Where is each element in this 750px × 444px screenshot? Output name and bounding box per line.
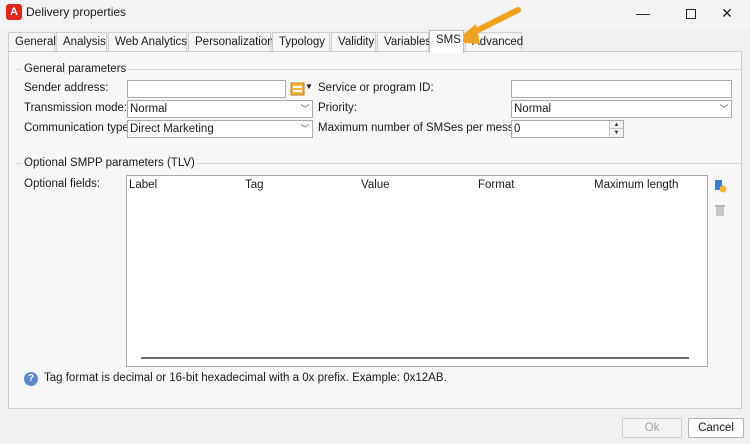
transmission-mode-select[interactable]: Normal ﹀: [127, 100, 313, 118]
tab-typology[interactable]: Typology: [272, 32, 330, 52]
communication-type-value: Direct Marketing: [130, 123, 214, 135]
service-id-label: Service or program ID:: [318, 82, 434, 94]
chevron-down-icon: ﹀: [300, 124, 310, 134]
tab-personalization[interactable]: Personalization: [188, 32, 274, 52]
tab-web-analytics[interactable]: Web Analytics: [108, 32, 187, 52]
add-field-icon[interactable]: [713, 179, 727, 193]
help-text: Tag format is decimal or 16-bit hexadeci…: [44, 372, 447, 384]
tab-general[interactable]: General: [8, 32, 56, 52]
adobe-icon: A: [6, 4, 22, 20]
transmission-mode-label: Transmission mode:: [24, 102, 128, 114]
trash-icon[interactable]: [713, 203, 727, 217]
chevron-down-icon: ﹀: [300, 104, 310, 114]
tab-sms[interactable]: SMS: [429, 30, 464, 53]
priority-label: Priority:: [318, 102, 357, 114]
communication-type-label: Communication type:: [24, 122, 133, 134]
max-sms-spinner[interactable]: 0 ▲ ▼: [511, 120, 624, 138]
tab-validity[interactable]: Validity: [331, 32, 376, 52]
communication-type-select[interactable]: Direct Marketing ﹀: [127, 120, 313, 138]
column-header-tag[interactable]: Tag: [245, 179, 264, 191]
cancel-button[interactable]: Cancel: [688, 418, 744, 438]
service-id-input[interactable]: [511, 80, 732, 98]
column-header-label[interactable]: Label: [129, 179, 157, 191]
close-button[interactable]: ✕: [704, 0, 750, 26]
optional-fields-label: Optional fields:: [24, 178, 101, 190]
spinner-buttons[interactable]: ▲ ▼: [609, 121, 623, 137]
max-sms-value: 0: [514, 123, 521, 135]
address-book-icon[interactable]: [290, 82, 306, 96]
column-header-value[interactable]: Value: [361, 179, 390, 191]
minimize-button[interactable]: —: [620, 0, 666, 26]
max-sms-label: Maximum number of SMSes per message:: [318, 122, 536, 134]
spin-down-icon[interactable]: ▼: [610, 129, 623, 137]
ok-button[interactable]: Ok: [622, 418, 682, 438]
tab-analysis[interactable]: Analysis: [56, 32, 107, 52]
priority-value: Normal: [514, 103, 552, 115]
chevron-down-icon: ﹀: [719, 104, 729, 114]
general-parameters-legend: General parameters: [22, 63, 129, 75]
maximize-icon: [686, 9, 696, 20]
column-header-maximum-length[interactable]: Maximum length: [594, 179, 678, 191]
window-title: Delivery properties: [26, 5, 127, 19]
optional-fields-table[interactable]: Label Tag Value Format Maximum length: [126, 175, 708, 367]
horizontal-scrollbar[interactable]: [141, 357, 689, 359]
dropdown-arrow-icon[interactable]: ▼: [305, 82, 313, 91]
column-header-format[interactable]: Format: [478, 179, 514, 191]
sender-address-input[interactable]: [127, 80, 286, 98]
tab-variables[interactable]: Variables: [377, 32, 431, 52]
sender-address-label: Sender address:: [24, 82, 109, 94]
optional-smpp-legend: Optional SMPP parameters (TLV): [22, 157, 197, 169]
help-icon: ?: [24, 372, 38, 386]
spin-up-icon[interactable]: ▲: [610, 121, 623, 129]
transmission-mode-value: Normal: [130, 103, 168, 115]
priority-select[interactable]: Normal ﹀: [511, 100, 732, 118]
title-bar: A Delivery properties — ✕: [0, 0, 750, 28]
